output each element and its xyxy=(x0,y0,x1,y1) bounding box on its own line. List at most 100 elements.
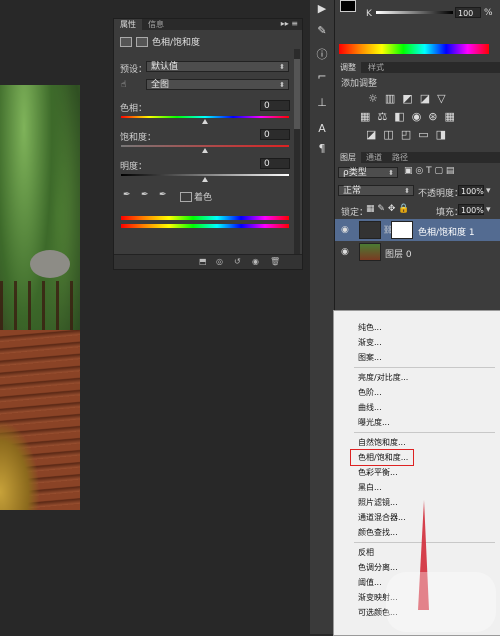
saturation-slider-track[interactable] xyxy=(121,145,289,147)
k-slider[interactable] xyxy=(376,11,453,14)
adjustment-thumbnail xyxy=(359,221,381,239)
tab-properties[interactable]: 属性 xyxy=(114,19,142,30)
preset-select[interactable]: 默认值 ⬍ xyxy=(146,61,289,72)
opacity-dropdown-icon[interactable]: ▾ xyxy=(486,186,491,196)
type-filter-icon[interactable]: T xyxy=(426,166,432,176)
view-previous-icon[interactable]: ◎ xyxy=(216,257,223,266)
menu-item-black-white[interactable]: 黑白... xyxy=(358,482,382,493)
eyedropper-plus-icon[interactable]: ✒ xyxy=(141,190,149,200)
tab-styles[interactable]: 样式 xyxy=(363,62,389,73)
lightness-slider-thumb[interactable] xyxy=(202,177,208,182)
channel-mixer-icon[interactable]: ⊛ xyxy=(428,110,437,123)
black-white-icon[interactable]: ◧ xyxy=(394,110,404,123)
saturation-slider-thumb[interactable] xyxy=(202,148,208,153)
gradient-map-icon[interactable]: ▭ xyxy=(418,128,428,141)
tab-adjustments[interactable]: 调整 xyxy=(335,62,361,73)
blend-mode-select[interactable]: 正常 ⬍ xyxy=(338,185,414,196)
mask-thumbnail[interactable] xyxy=(391,221,413,239)
brightness-icon[interactable]: ☼ xyxy=(368,92,378,105)
menu-item-color-balance[interactable]: 色彩平衡... xyxy=(358,467,398,478)
hand-tool-icon[interactable]: ☝ xyxy=(121,80,126,90)
reset-icon[interactable]: ↺ xyxy=(234,257,241,266)
curves-icon[interactable]: ◩ xyxy=(402,92,412,105)
menu-item-brightness-contrast[interactable]: 亮度/对比度... xyxy=(358,372,408,383)
menu-item-levels[interactable]: 色阶... xyxy=(358,387,382,398)
adjustment-filter-icon[interactable]: ◎ xyxy=(415,166,423,176)
selective-color-icon[interactable]: ◨ xyxy=(436,128,446,141)
photo-filter-icon[interactable]: ◉ xyxy=(412,110,422,123)
lightness-input[interactable]: 0 xyxy=(260,158,290,169)
layer-filter-select[interactable]: ρ类型 ⬍ xyxy=(338,167,398,178)
fill-input[interactable]: 100% xyxy=(458,204,484,215)
lock-pixels-icon[interactable]: ✎ xyxy=(377,204,385,214)
color-balance-icon[interactable]: ⚖ xyxy=(377,110,387,123)
character-icon[interactable]: A xyxy=(314,122,330,136)
adjustment-icon xyxy=(120,36,132,47)
menu-item-vibrance[interactable]: 自然饱和度... xyxy=(358,437,406,448)
colorize-checkbox[interactable] xyxy=(180,192,192,202)
foreground-swatch[interactable] xyxy=(340,0,356,12)
menu-item-photo-filter[interactable]: 照片滤镜... xyxy=(358,497,398,508)
lock-transparency-icon[interactable]: ▦ xyxy=(366,204,375,214)
visibility-eye-icon[interactable]: ◉ xyxy=(341,247,349,257)
menu-item-color-lookup[interactable]: 颜色查找... xyxy=(358,527,398,538)
menu-item-solid-color[interactable]: 纯色... xyxy=(358,322,382,333)
threshold-icon[interactable]: ◰ xyxy=(401,128,411,141)
hue-slider-thumb[interactable] xyxy=(202,119,208,124)
trash-icon[interactable]: 🗑 xyxy=(270,257,280,266)
brush-icon[interactable]: ⌐ xyxy=(314,70,330,84)
menu-item-pattern[interactable]: 图案... xyxy=(358,352,382,363)
history-icon[interactable]: ✎ xyxy=(314,24,330,38)
exposure-icon[interactable]: ◪ xyxy=(420,92,430,105)
lock-position-icon[interactable]: ✥ xyxy=(388,204,396,214)
saturation-input[interactable]: 0 xyxy=(260,129,290,140)
smart-object-filter-icon[interactable]: ▤ xyxy=(446,166,455,176)
menu-item-exposure[interactable]: 曝光度... xyxy=(358,417,390,428)
tool-presets-icon[interactable]: ⊥ xyxy=(314,96,330,110)
properties-scrollbar[interactable] xyxy=(294,49,300,254)
mask-icon[interactable] xyxy=(136,36,148,47)
eyedropper-minus-icon[interactable]: ✒ xyxy=(159,190,167,200)
eyedropper-icon[interactable]: ✒ xyxy=(123,190,131,200)
channel-select[interactable]: 全图 ⬍ xyxy=(146,79,289,90)
menu-item-curves[interactable]: 曲线... xyxy=(358,402,382,413)
color-lookup-icon[interactable]: ▦ xyxy=(445,110,455,123)
clip-to-layer-icon[interactable]: ⬒ xyxy=(199,257,207,266)
info-icon[interactable]: ⓘ xyxy=(314,46,330,61)
visibility-eye-icon[interactable]: ◉ xyxy=(341,225,349,235)
color-ramp[interactable] xyxy=(339,44,489,54)
shape-filter-icon[interactable]: ▢ xyxy=(435,166,444,176)
k-input[interactable]: 100 xyxy=(455,7,481,18)
tab-paths[interactable]: 路径 xyxy=(387,152,413,163)
tab-info[interactable]: 信息 xyxy=(142,19,170,30)
posterize-icon[interactable]: ◫ xyxy=(383,128,393,141)
hue-slider-track[interactable] xyxy=(121,116,289,118)
invert-icon[interactable]: ◪ xyxy=(366,128,376,141)
tab-layers[interactable]: 图层 xyxy=(335,152,361,163)
tab-channels[interactable]: 通道 xyxy=(361,152,387,163)
layer-row-hue-saturation[interactable]: ◉ ⛓ 色相/饱和度 1 xyxy=(335,219,500,241)
menu-item-channel-mixer[interactable]: 通道混合器... xyxy=(358,512,406,523)
play-icon[interactable]: ▶ xyxy=(314,2,330,16)
lock-all-icon[interactable]: 🔒 xyxy=(398,204,409,214)
pixel-filter-icon[interactable]: ▣ xyxy=(404,166,413,176)
scrollbar-thumb[interactable] xyxy=(294,59,300,129)
lightness-slider-track[interactable] xyxy=(121,174,289,176)
menu-item-invert[interactable]: 反相 xyxy=(358,547,374,558)
canvas-photo[interactable] xyxy=(0,85,80,510)
layer-name[interactable]: 色相/饱和度 1 xyxy=(418,225,475,238)
menu-item-threshold[interactable]: 阈值... xyxy=(358,577,382,588)
vibrance-icon[interactable]: ▽ xyxy=(437,92,445,105)
layer-name[interactable]: 图层 0 xyxy=(385,247,412,260)
paragraph-icon[interactable]: ¶ xyxy=(314,142,330,156)
panel-menu-icon[interactable]: ▸▸ ≡ xyxy=(281,19,298,28)
levels-icon[interactable]: ▥ xyxy=(385,92,395,105)
menu-item-gradient[interactable]: 渐变... xyxy=(358,337,382,348)
hue-input[interactable]: 0 xyxy=(260,100,290,111)
menu-item-posterize[interactable]: 色调分离... xyxy=(358,562,398,573)
layer-row-layer-0[interactable]: ◉ 图层 0 xyxy=(335,242,500,264)
hue-saturation-icon[interactable]: ▦ xyxy=(360,110,370,123)
fill-dropdown-icon[interactable]: ▾ xyxy=(486,205,491,215)
visibility-icon[interactable]: ◉ xyxy=(252,257,259,266)
opacity-input[interactable]: 100% xyxy=(458,185,484,196)
